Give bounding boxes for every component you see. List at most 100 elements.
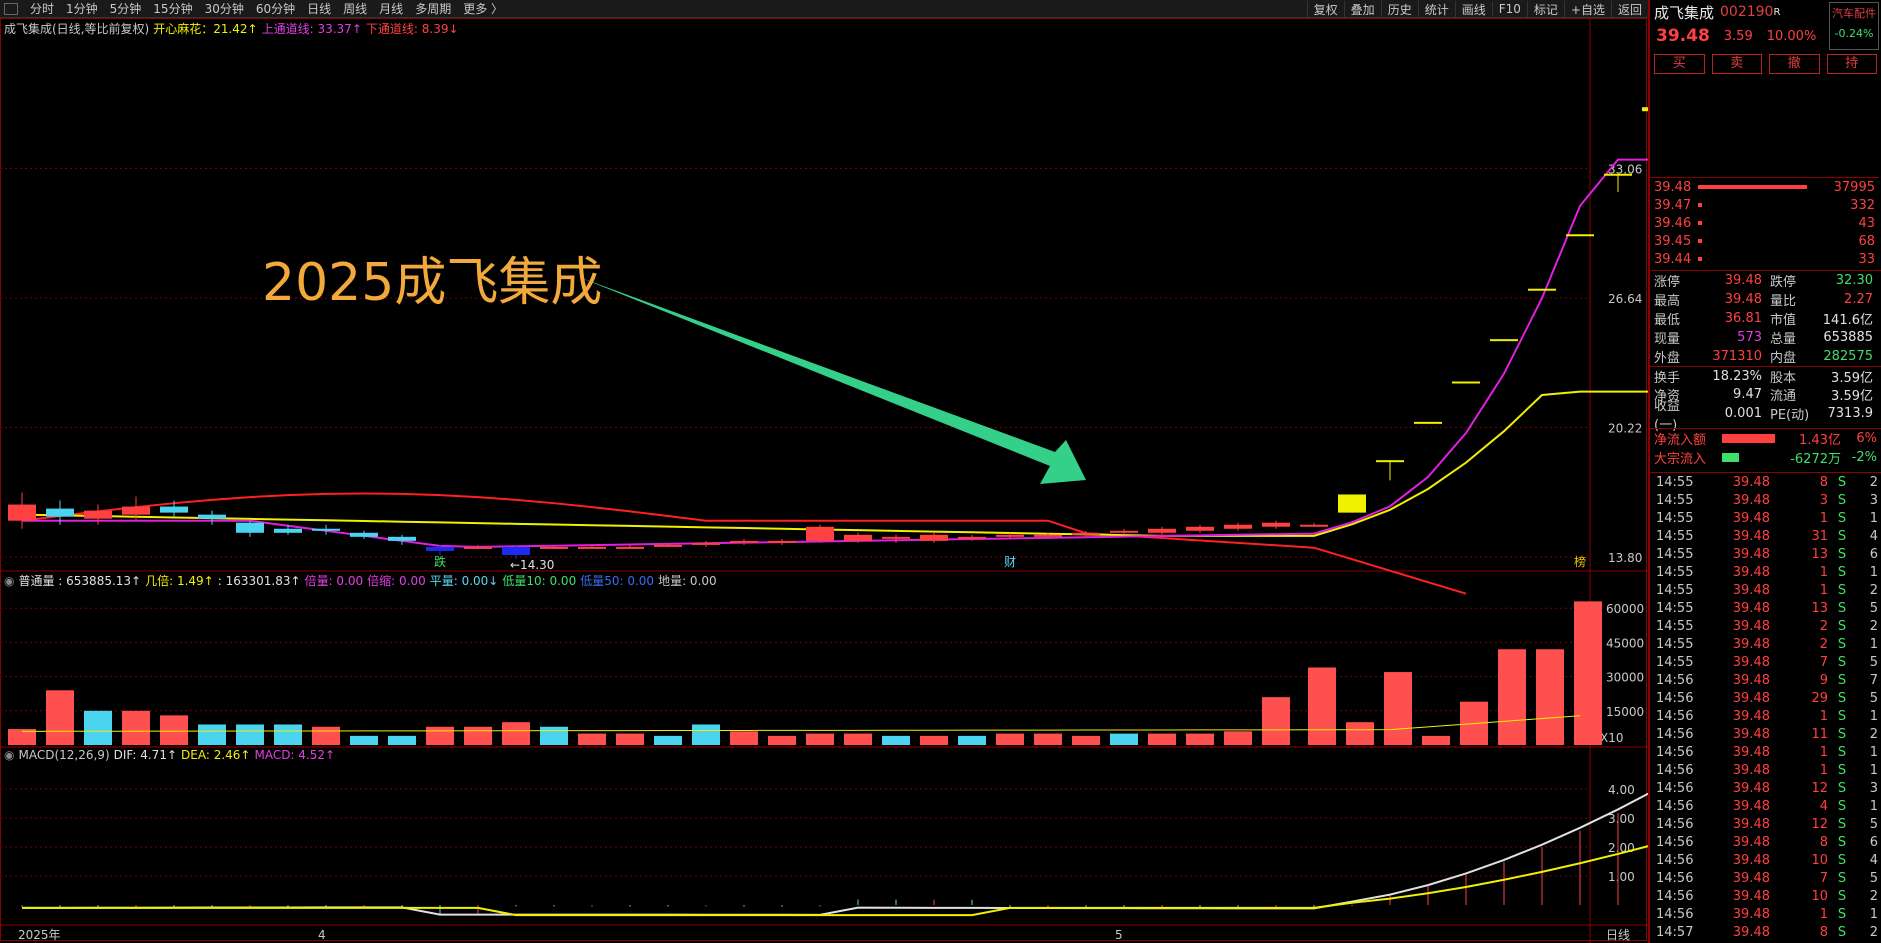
tick-side: S [1837,852,1847,868]
tick-price: 39.48 [1732,888,1770,904]
candle-body [730,540,758,543]
tick-side: S [1837,636,1847,652]
tick-row: 14:56 39.48 29 S 5 [1650,689,1881,707]
candle-body [844,534,872,541]
volume-bar [1186,733,1214,745]
kline-chart-canvas[interactable]: 13.8020.2226.6433.06←39.48←14.30跌财榜60000… [0,0,1648,943]
volume-unit-label: X10 [1600,731,1624,745]
candle-body [1148,528,1176,533]
tick-count: 5 [1869,690,1878,706]
tick-time: 14:56 [1656,708,1694,724]
tick-volume: 1 [1819,582,1828,598]
candle-body [654,544,682,547]
candle-body [1072,532,1100,535]
tick-list[interactable]: 14:55 39.48 8 S 2 14:55 39.48 3 S 3 14:55 39.48 1 S 1 1… [1650,472,1881,941]
tick-volume: 1 [1819,510,1828,526]
order-book-row: 39.45 68 [1650,232,1879,250]
order-volume-bar [1698,221,1702,225]
tick-side: S [1837,888,1847,904]
tick-count: 5 [1869,600,1878,616]
stat-label: 量比 [1770,294,1797,309]
tick-volume: 13 [1811,546,1828,562]
tick-time: 14:56 [1656,744,1694,760]
event-marker: 榜 [1574,554,1586,569]
macd-dif-line [21,792,1648,916]
candle-body [160,506,188,513]
flow-pct: -2% [1851,450,1877,465]
tick-time: 14:55 [1656,636,1694,652]
tick-price: 39.48 [1732,564,1770,580]
candle-body [84,510,112,519]
tick-time: 14:55 [1656,528,1694,544]
tick-price: 39.48 [1732,528,1770,544]
tick-row: 14:56 39.48 12 S 5 [1650,815,1881,833]
tick-count: 1 [1869,510,1878,526]
stat-label: 内盘 [1770,351,1797,366]
candle-body [1566,234,1594,237]
tick-time: 14:56 [1656,798,1694,814]
trade-button-0[interactable]: 买 [1654,54,1705,74]
order-price: 39.44 [1654,251,1692,267]
tick-volume: 10 [1811,888,1828,904]
candle-body [806,526,834,541]
stat-value: 18.23% [1712,368,1762,384]
tick-time: 14:56 [1656,762,1694,778]
order-volume: 33 [1858,251,1875,267]
tick-row: 14:55 39.48 2 S 2 [1650,617,1881,635]
stat-value: 3.59亿 [1831,370,1873,386]
volume-bar [198,724,226,745]
candle-body [616,546,644,549]
tick-volume: 11 [1811,726,1828,742]
volume-legend-item: 地量: 0.00 [658,574,717,588]
tick-time: 14:56 [1656,690,1694,706]
tick-price: 39.48 [1732,834,1770,850]
chart-frame [0,18,1647,941]
volume-legend-item: 低量50: 0.00 [580,574,655,588]
macd-toggle-icon[interactable]: ◉ [4,748,14,762]
volume-bar [996,733,1024,745]
stat-label: 市值 [1770,313,1797,328]
volume-bar [578,733,606,745]
annotation-title: 2025成飞集成 [262,253,603,313]
trade-button-1[interactable]: 卖 [1711,54,1762,74]
tick-volume: 7 [1819,654,1828,670]
tick-side: S [1837,546,1847,562]
order-volume: 332 [1850,197,1875,213]
tick-volume: 2 [1819,636,1828,652]
volume-bar [1308,667,1336,745]
trade-buttons: 买卖撤持 [1650,48,1881,80]
annotation-arrow [576,276,1086,484]
tick-count: 2 [1869,582,1878,598]
stat-label: 现量 [1654,332,1681,347]
tick-side: S [1837,834,1847,850]
candle-body [274,528,302,533]
volume-legend-item: 普通量 : 653885.13↑ [18,574,142,588]
tick-count: 1 [1869,708,1878,724]
price-change-pct: 10.00% [1766,28,1817,44]
candle-body [8,504,36,521]
tick-count: 5 [1869,816,1878,832]
trade-button-3[interactable]: 持 [1826,54,1877,74]
volume-bar [312,726,340,745]
sector-tag[interactable]: 汽车配件 -0.24% [1829,2,1879,50]
tick-price: 39.48 [1732,852,1770,868]
candle-body [1338,494,1366,513]
candle-body [1034,534,1062,537]
candle-body [1224,524,1252,529]
trade-button-2[interactable]: 撤 [1769,54,1820,74]
candle-body [1110,530,1138,533]
volume-bar [958,735,986,745]
stat-value: 39.48 [1724,292,1762,307]
tick-price: 39.48 [1732,474,1770,490]
tick-price: 39.48 [1732,582,1770,598]
tick-volume: 1 [1819,564,1828,580]
volume-toggle-icon[interactable]: ◉ [4,574,14,588]
tick-row: 14:56 39.48 9 S 7 [1650,671,1881,689]
volume-bar [844,733,872,745]
order-book-row: 39.44 33 [1650,250,1879,268]
tick-side: S [1837,654,1847,670]
tick-price: 39.48 [1732,816,1770,832]
tick-time: 14:56 [1656,888,1694,904]
tick-row: 14:56 39.48 4 S 1 [1650,797,1881,815]
tick-count: 5 [1869,654,1878,670]
